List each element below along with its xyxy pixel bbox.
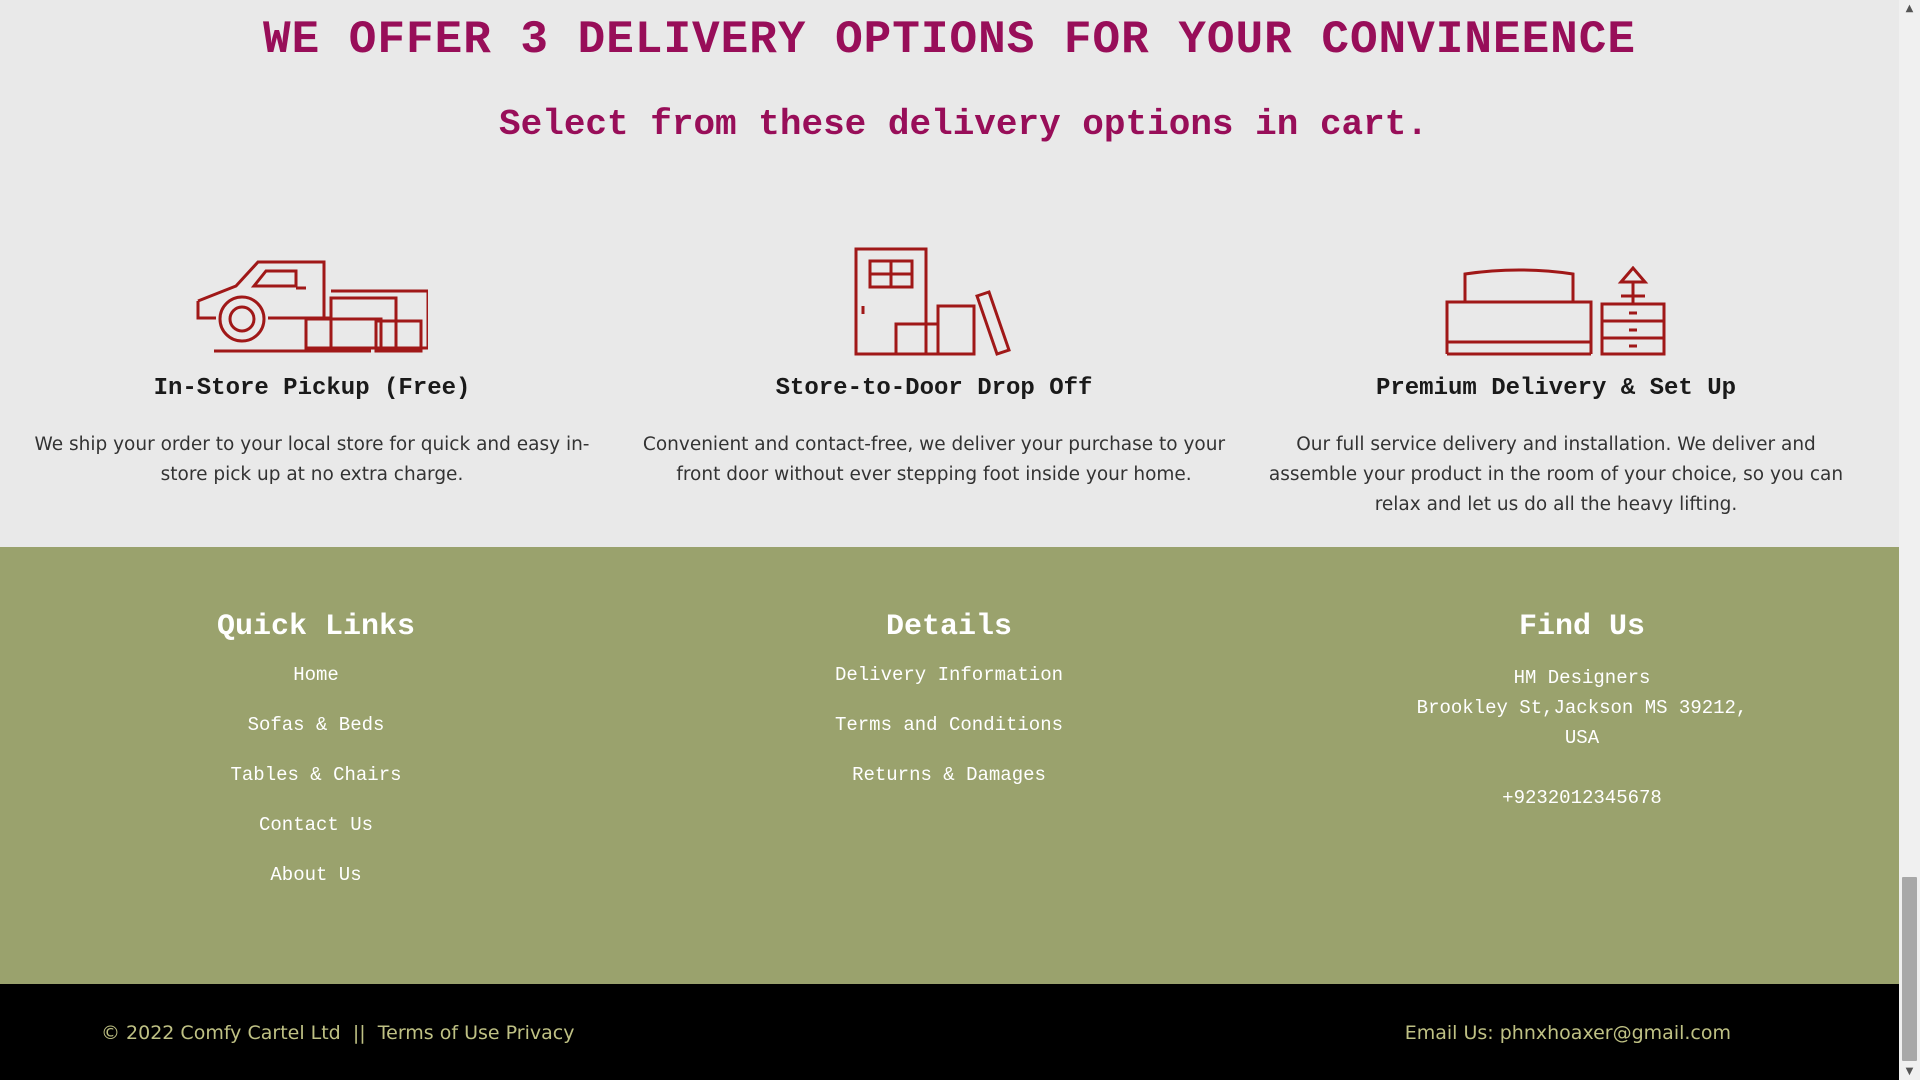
footer-link-tables-chairs[interactable]: Tables & Chairs (66, 763, 566, 787)
pickup-truck-icon (196, 260, 428, 353)
find-us-heading: Find Us (1518, 610, 1646, 644)
footer-link-terms-conditions[interactable]: Terms and Conditions (699, 713, 1199, 737)
bed-nightstand-icon (1445, 266, 1666, 356)
privacy-link[interactable]: Privacy (506, 1022, 575, 1044)
option-description: Our full service delivery and installati… (1268, 434, 1844, 515)
delivery-option-store-to-door: Store-to-Door Drop Off Convenient and co… (634, 230, 1234, 490)
address-line: Brookley St,Jackson MS 39212, (1416, 697, 1748, 719)
phone-number[interactable]: +9232012345678 (1332, 783, 1832, 813)
delivery-headline: WE OFFER 3 DELIVERY OPTIONS FOR YOUR CON… (262, 14, 1636, 66)
option-title: In-Store Pickup (Free) (153, 375, 471, 402)
copyright-block: © 2022 Comfy Cartel Ltd || Terms of Use … (101, 1022, 574, 1044)
footer-link-returns-damages[interactable]: Returns & Damages (699, 763, 1199, 787)
delivery-option-premium: Premium Delivery & Set Up Our full servi… (1256, 230, 1856, 520)
address-block: HM Designers Brookley St,Jackson MS 3921… (1332, 663, 1832, 753)
option-description: Convenient and contact-free, we deliver … (642, 434, 1226, 485)
delivery-option-pickup: In-Store Pickup (Free) We ship your orde… (12, 230, 612, 490)
footer: Quick Links Home Sofas & Beds Tables & C… (0, 547, 1899, 984)
find-us-column: Find Us HM Designers Brookley St,Jackson… (1332, 607, 1832, 813)
separator: || (352, 1022, 366, 1044)
quick-links-list: Home Sofas & Beds Tables & Chairs Contac… (66, 663, 566, 887)
door-boxes-icon (854, 247, 1011, 356)
address-country: USA (1564, 727, 1600, 749)
footer-link-delivery-information[interactable]: Delivery Information (699, 663, 1199, 687)
quick-links-heading: Quick Links (216, 610, 416, 644)
option-description: We ship your order to your local store f… (34, 434, 590, 485)
option-title: Store-to-Door Drop Off (775, 375, 1093, 402)
company-name: HM Designers (1513, 667, 1651, 689)
footer-link-home[interactable]: Home (66, 663, 566, 687)
scroll-up-arrow-icon[interactable]: ▲ (1899, 0, 1920, 17)
quick-links-column: Quick Links Home Sofas & Beds Tables & C… (66, 607, 566, 913)
bottom-bar: © 2022 Comfy Cartel Ltd || Terms of Use … (0, 984, 1899, 1080)
copyright-text: © 2022 Comfy Cartel Ltd (101, 1022, 341, 1044)
delivery-subhead: Select from these delivery options in ca… (499, 104, 1428, 145)
footer-link-contact-us[interactable]: Contact Us (66, 813, 566, 837)
details-list: Delivery Information Terms and Condition… (699, 663, 1199, 787)
option-title: Premium Delivery & Set Up (1375, 375, 1737, 402)
scroll-down-arrow-icon[interactable]: ▼ (1899, 1063, 1920, 1080)
delivery-options-section: WE OFFER 3 DELIVERY OPTIONS FOR YOUR CON… (0, 0, 1899, 547)
footer-link-about-us[interactable]: About Us (66, 863, 566, 887)
footer-link-sofas-beds[interactable]: Sofas & Beds (66, 713, 566, 737)
scrollbar-thumb[interactable] (1902, 877, 1917, 1061)
terms-of-use-link[interactable]: Terms of Use (378, 1022, 500, 1044)
details-column: Details Delivery Information Terms and C… (699, 607, 1199, 813)
email-link[interactable]: Email Us: phnxhoaxer@gmail.com (1405, 1022, 1731, 1044)
details-heading: Details (885, 610, 1013, 644)
page: WE OFFER 3 DELIVERY OPTIONS FOR YOUR CON… (0, 0, 1899, 1080)
vertical-scrollbar[interactable]: ▲ ▼ (1899, 0, 1920, 1080)
